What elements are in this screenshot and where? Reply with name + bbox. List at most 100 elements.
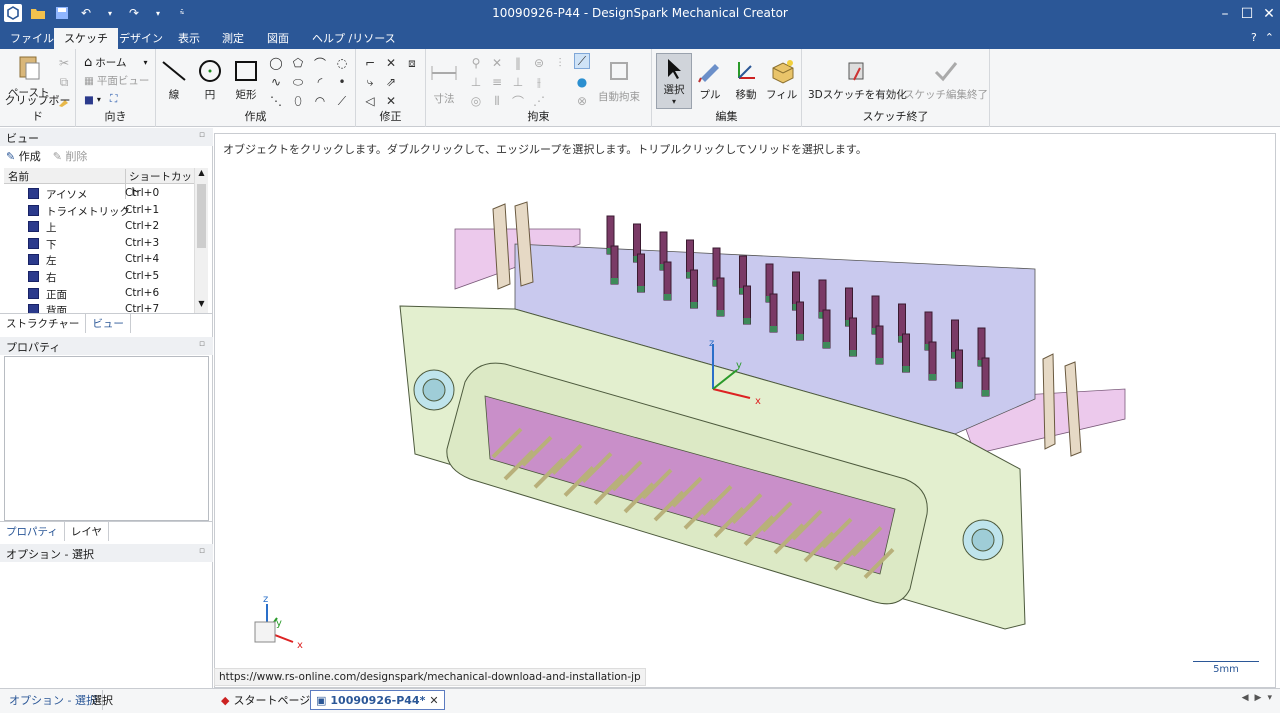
tab-scroll-left-icon[interactable]: ◀ <box>1242 693 1249 703</box>
home-dropdown-icon[interactable]: ▾ <box>143 58 147 67</box>
symmetric-icon[interactable]: ⫶ <box>552 55 568 71</box>
tab-scroll-right-icon[interactable]: ▶ <box>1255 693 1262 703</box>
connector-model[interactable]: z y x z y x <box>215 134 1275 687</box>
doc-tab-start-page[interactable]: ◆ スタートページ <box>216 690 315 710</box>
show-constraints-icon[interactable]: ⟋ <box>574 53 590 69</box>
perpendicular-icon[interactable]: ⊥ <box>510 74 526 90</box>
concentric-icon[interactable]: ◎ <box>468 93 484 109</box>
scroll-down-icon[interactable]: ▼ <box>195 299 208 313</box>
select-dropdown-icon[interactable]: ▾ <box>672 97 676 106</box>
delete-view-button[interactable]: ✎ 削除 <box>53 148 88 164</box>
tab-measure[interactable]: 測定 <box>212 28 254 49</box>
plan-view-button[interactable]: ▦ 平面ビュー <box>84 73 149 88</box>
zoom-icon[interactable]: ⛶ <box>110 93 117 106</box>
end-sketch-edit-button[interactable]: スケッチ編集終了 <box>904 57 988 102</box>
cut-icon[interactable]: ✂ <box>56 55 72 71</box>
home-view-button[interactable]: ⌂ ホーム ▾ <box>84 55 147 70</box>
move-grid-icon[interactable]: ⧈ <box>404 55 420 71</box>
fillet-icon[interactable]: ⌐ <box>362 55 378 71</box>
view-row[interactable]: アイソメ Ctrl+0 <box>4 186 194 202</box>
circle-tool-button[interactable]: 円 <box>196 57 224 102</box>
ribbon: ペースト ✂ ⧉ クリップボード ⌂ ホーム ▾ ▦ 平面ビュー ■ ▾ ⛶ 向… <box>0 49 1280 127</box>
tab-display[interactable]: 表示 <box>168 28 210 49</box>
collinear-icon[interactable]: ⫴ <box>489 93 505 109</box>
close-doc-tab-icon[interactable]: ✕ <box>429 694 438 707</box>
rectangle-tool-button[interactable]: 矩形 <box>232 57 260 102</box>
tab-properties[interactable]: プロパティ <box>0 522 65 541</box>
three-point-arc-icon[interactable]: ◜ <box>312 74 328 90</box>
midpoint-icon[interactable]: ⫲ <box>531 74 547 90</box>
ellipse-icon[interactable]: ⬭ <box>290 74 306 90</box>
sweep-arc-icon[interactable]: ◌ <box>334 55 350 71</box>
parallel-icon[interactable]: ≡ <box>489 74 505 90</box>
angle-icon[interactable]: ⋰ <box>531 93 547 109</box>
view-shortcut: Ctrl+1 <box>125 203 160 216</box>
view-row[interactable]: 右 Ctrl+5 <box>4 269 194 285</box>
collapse-ribbon-icon[interactable]: ⌃ <box>1265 31 1274 44</box>
split-curve-icon[interactable]: ✕ <box>383 93 399 109</box>
tab-help-resources[interactable]: ヘルプ /リソース <box>302 28 406 49</box>
project-edge-icon[interactable]: ⟋ <box>334 93 350 109</box>
orientation-cube-icon[interactable]: z y x <box>254 594 303 651</box>
tab-layers[interactable]: レイヤ <box>64 522 110 541</box>
col-name-header[interactable]: 名前 <box>8 169 29 184</box>
tab-structure[interactable]: ストラクチャー <box>0 314 87 333</box>
delete-view-label: 削除 <box>65 150 88 163</box>
pin-icon[interactable]: ▫ <box>199 130 205 140</box>
trim-icon[interactable]: ✕ <box>383 55 399 71</box>
extend-icon[interactable]: ⇗ <box>383 74 399 90</box>
options-pin-icon[interactable]: ▫ <box>199 546 205 556</box>
view-row[interactable]: 左 Ctrl+4 <box>4 252 194 268</box>
equal-icon[interactable]: ⊜ <box>531 55 547 71</box>
dimension-button[interactable]: 寸法 <box>430 59 458 106</box>
copy-icon[interactable]: ⧉ <box>56 74 72 90</box>
select-tool-button[interactable]: 選択 ▾ <box>656 53 692 109</box>
scroll-thumb[interactable] <box>197 184 206 248</box>
close-button[interactable]: ✕ <box>1258 0 1280 28</box>
offset-curve-icon[interactable]: ⤷ <box>362 74 378 90</box>
view-row[interactable]: 正面 Ctrl+6 <box>4 286 194 302</box>
enable-3d-sketch-button[interactable]: 3Dスケッチを有効化 <box>808 57 907 102</box>
tab-list-icon[interactable]: ▾ <box>1267 693 1272 703</box>
tab-views[interactable]: ビュー <box>86 314 131 333</box>
view-row[interactable]: 下 Ctrl+3 <box>4 236 194 252</box>
slot-icon[interactable]: ⬯ <box>290 93 306 109</box>
polygon-icon[interactable]: ⬠ <box>290 55 306 71</box>
auto-constraint-button[interactable]: 自動拘束 <box>598 57 640 104</box>
rounded-arc-icon[interactable]: ◠ <box>312 93 328 109</box>
create-view-button[interactable]: ✎ 作成 <box>6 148 41 164</box>
views-list-scrollbar[interactable]: ▲ ▼ <box>194 168 208 313</box>
view-orientation-dropdown-icon[interactable]: ▾ <box>97 95 101 104</box>
view-row[interactable]: 上 Ctrl+2 <box>4 219 194 235</box>
tab-design[interactable]: デザイン <box>109 28 173 49</box>
line-tool-button[interactable]: 線 <box>160 57 188 102</box>
tab-drawing[interactable]: 図面 <box>257 28 299 49</box>
construction-line-icon[interactable]: ⋱ <box>268 93 284 109</box>
spline-icon[interactable]: ∿ <box>268 74 284 90</box>
scroll-up-icon[interactable]: ▲ <box>195 168 208 182</box>
tab-select[interactable]: 選択 <box>86 690 118 710</box>
properties-pin-icon[interactable]: ▫ <box>199 339 205 349</box>
tangent-icon[interactable]: ⌒ <box>510 93 526 109</box>
vertical-icon[interactable]: ‖ <box>510 55 526 71</box>
view-orientation-button[interactable]: ■ ▾ ⛶ <box>84 93 117 106</box>
coincident-icon[interactable]: ✕ <box>489 55 505 71</box>
pull-tool-button[interactable]: プル <box>696 57 724 102</box>
tangent-arc-icon[interactable]: ⌒ <box>312 55 328 71</box>
view-row[interactable]: トライメトリック Ctrl+1 <box>4 203 194 219</box>
minimize-button[interactable]: – <box>1214 0 1236 28</box>
maximize-button[interactable]: ☐ <box>1236 0 1258 28</box>
constraint-toggle-icon[interactable]: ● <box>574 74 590 90</box>
fixed-constraint-icon[interactable]: ⚲ <box>468 55 484 71</box>
help-icon[interactable]: ? <box>1251 31 1257 44</box>
move-tool-button[interactable]: 移動 <box>732 57 760 102</box>
point-icon[interactable]: • <box>334 74 350 90</box>
three-point-circle-icon[interactable]: ◯ <box>268 55 284 71</box>
3d-viewport[interactable]: オブジェクトをクリックします。ダブルクリックして、エッジループを選択します。トリ… <box>214 133 1276 688</box>
fill-tool-button[interactable]: フィル <box>766 57 797 102</box>
horizontal-icon[interactable]: ⊥ <box>468 74 484 90</box>
url-tooltip[interactable]: https://www.rs-online.com/designspark/me… <box>214 668 646 686</box>
doc-tab-model[interactable]: ▣ 10090926-P44* ✕ <box>310 690 445 710</box>
delete-constraints-icon[interactable]: ⊗ <box>574 93 590 109</box>
mirror-icon[interactable]: ◁ <box>362 93 378 109</box>
